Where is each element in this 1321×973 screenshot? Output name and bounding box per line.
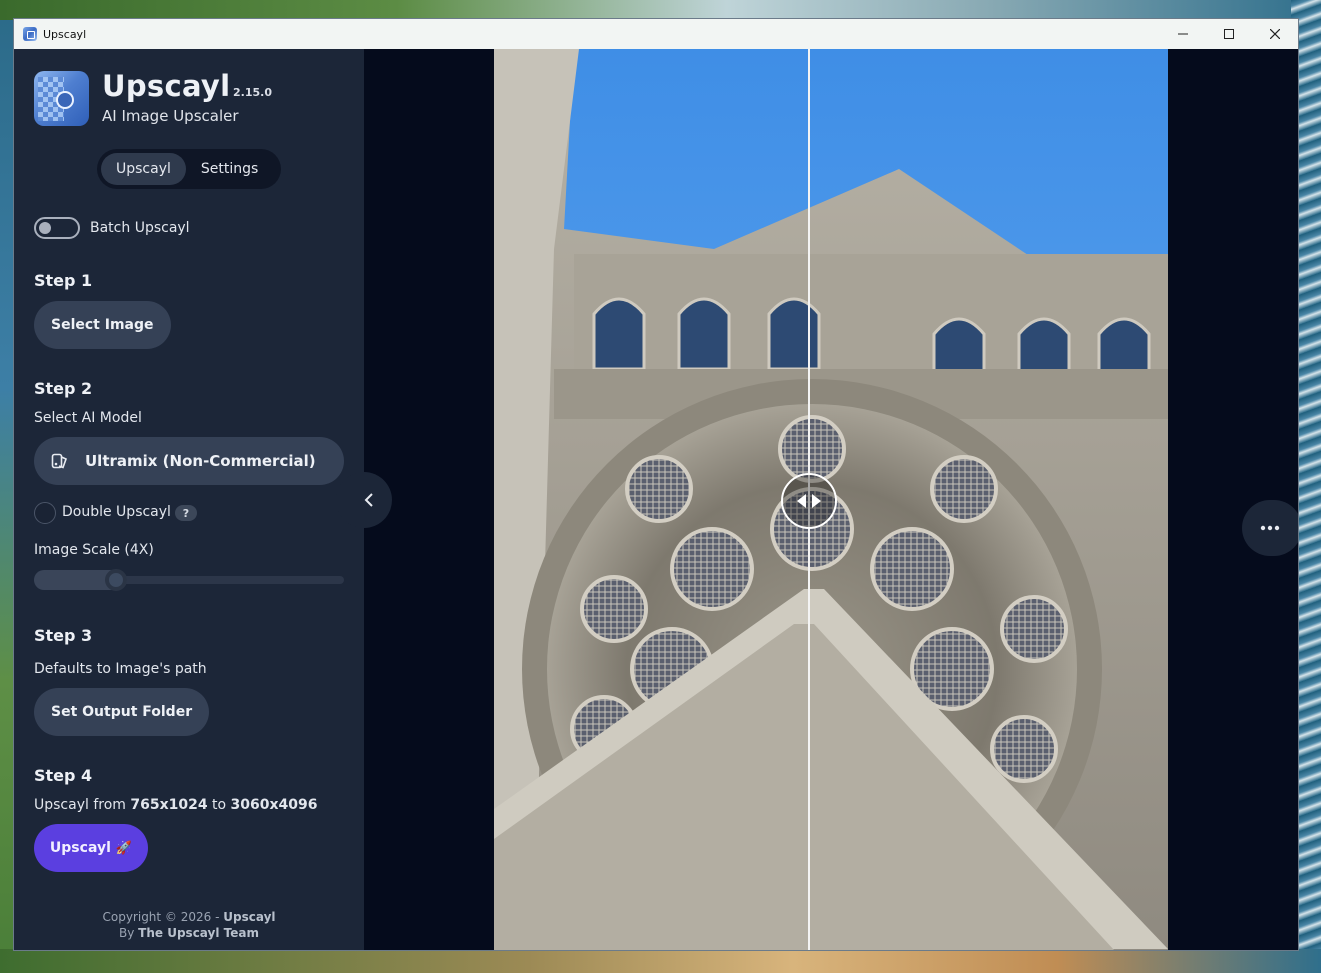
arrows-horizontal-icon [797,494,821,508]
copyright-line: Copyright © 2026 - Upscayl [14,910,364,924]
step2-subtitle: Select AI Model [34,410,142,426]
batch-upscayl-label: Batch Upscayl [90,220,190,236]
upscayl-button[interactable]: Upscayl 🚀 [34,824,148,872]
step3-subtitle: Defaults to Image's path [34,661,207,677]
app-name: Upscayl [102,69,231,103]
close-icon [1270,29,1280,39]
step4-title: Step 4 [34,766,93,785]
summary-prefix: Upscayl from [34,797,131,813]
ellipsis-icon [1260,525,1280,531]
author-line: By The Upscayl Team [14,926,364,940]
chevron-left-icon [364,493,373,507]
minimize-icon [1178,33,1188,35]
title-bar[interactable]: Upscayl [14,19,1298,49]
double-upscayl-label: Double Upscayl [62,504,171,520]
tab-bar: Upscayl Settings [97,149,281,189]
source-resolution: 765x1024 [130,797,208,813]
step1-title: Step 1 [34,271,93,290]
maximize-button[interactable] [1206,19,1252,49]
close-button[interactable] [1252,19,1298,49]
author-prefix: By [119,926,139,940]
step3-title: Step 3 [34,626,93,645]
set-output-folder-button[interactable]: Set Output Folder [34,688,210,736]
image-compare-view[interactable] [494,49,1168,950]
app-subtitle: AI Image Upscaler [102,107,239,125]
batch-upscayl-toggle[interactable] [34,217,80,239]
model-select-button[interactable]: Ultramix (Non-Commercial) [34,437,344,485]
collapse-sidebar-button[interactable] [336,472,392,528]
rocket-icon: 🚀 [115,840,133,856]
model-icon [51,453,68,469]
upscayl-logo [34,71,89,126]
double-upscayl-checkbox[interactable] [34,502,56,524]
scale-slider-handle[interactable] [105,569,128,591]
app-icon [23,27,37,41]
tab-settings[interactable]: Settings [186,153,273,185]
upscale-summary: Upscayl from 765x1024 to 3060x4096 [34,797,318,813]
window-title: Upscayl [43,27,87,41]
app-version: 2.15.0 [233,86,272,99]
desktop-wallpaper-bottom [0,949,1321,973]
maximize-icon [1224,29,1234,39]
author-team[interactable]: The Upscayl Team [138,926,259,940]
summary-mid: to [207,797,231,813]
image-scale-label: Image Scale (4X) [34,542,154,558]
app-window: Upscayl Upscayl 2.15.0 AI Image Upscaler… [14,19,1298,950]
copyright-text: Copyright © 2026 - [102,910,224,924]
more-options-button[interactable] [1242,500,1298,556]
compare-slider-handle[interactable] [781,473,837,529]
target-resolution: 3060x4096 [230,797,318,813]
desktop-wallpaper [0,0,14,973]
desktop-wallpaper-top [0,0,1321,20]
upscayl-button-label: Upscayl [49,840,111,856]
step2-title: Step 2 [34,379,93,398]
sidebar: Upscayl 2.15.0 AI Image Upscaler Upscayl… [14,49,364,950]
select-image-button[interactable]: Select Image [34,301,171,349]
minimize-button[interactable] [1160,19,1206,49]
help-badge[interactable]: ? [175,505,197,521]
copyright-brand[interactable]: Upscayl [223,910,275,924]
tab-upscayl[interactable]: Upscayl [101,153,186,185]
model-name: Ultramix (Non-Commercial) [85,452,316,470]
